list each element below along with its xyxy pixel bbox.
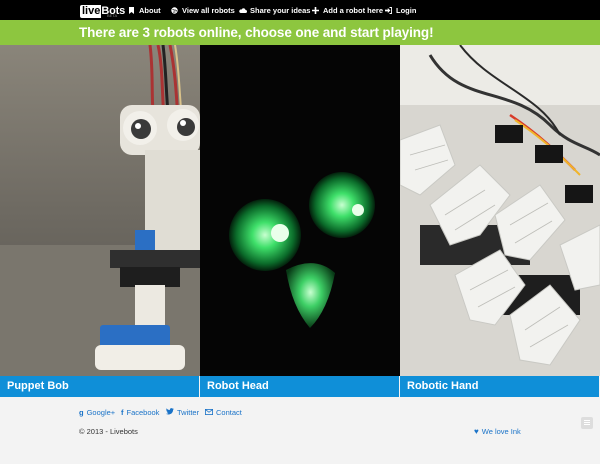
twitter-label: Twitter [177, 407, 200, 417]
facebook-link[interactable]: f Facebook [121, 406, 159, 418]
nav-about-label: About [139, 5, 161, 15]
robot-name-robotic-hand: Robotic Hand [400, 376, 599, 397]
nav-login-label: Login [396, 5, 417, 15]
envelope-icon [205, 408, 213, 417]
google-plus-icon: g [79, 407, 84, 417]
footer: g Google+ f Facebook Twitter Contact © 2… [0, 397, 600, 464]
logo-beta-text: BETA [107, 13, 118, 18]
robot-card-puppet-bob[interactable]: Puppet Bob [0, 45, 200, 397]
robot-card-robotic-hand[interactable]: Robotic Hand [400, 45, 600, 397]
banner-text: There are 3 robots online, choose one an… [79, 25, 434, 40]
heart-icon: ♥ [474, 427, 479, 436]
google-plus-link[interactable]: g Google+ [79, 406, 115, 418]
nav-share-ideas[interactable]: Share your ideas [239, 0, 310, 20]
robot-gallery: Puppet Bob Robot Head Robotic Hand [0, 45, 600, 397]
facebook-label: Facebook [126, 407, 160, 417]
cloud-icon [239, 7, 247, 14]
nav-view-all-robots[interactable]: View all robots [171, 0, 235, 20]
menu-toggle-button[interactable] [581, 417, 593, 429]
twitter-icon [166, 407, 174, 417]
we-love-ink-link[interactable]: ♥ We love Ink [474, 427, 521, 436]
top-navbar: live Bots BETA About View all robots Sha… [0, 0, 600, 20]
contact-link[interactable]: Contact [205, 406, 242, 418]
robot-photo-robotic-hand [400, 45, 600, 376]
robot-name-robot-head: Robot Head [200, 376, 399, 397]
livebots-logo[interactable]: live Bots BETA [80, 2, 125, 18]
copyright-text: © 2013 - Livebots [79, 427, 138, 436]
robot-card-robot-head[interactable]: Robot Head [200, 45, 400, 397]
nav-about[interactable]: About [128, 0, 161, 20]
twitter-link[interactable]: Twitter [166, 406, 199, 418]
nav-share-ideas-label: Share your ideas [250, 5, 311, 15]
robot-photo-puppet-bob [0, 45, 200, 376]
nav-view-all-robots-label: View all robots [182, 5, 235, 15]
nav-add-robot[interactable]: Add a robot here [312, 0, 383, 20]
robots-online-banner: There are 3 robots online, choose one an… [0, 20, 600, 45]
robot-name-puppet-bob: Puppet Bob [0, 376, 199, 397]
we-love-ink-label: We love Ink [481, 427, 521, 436]
nav-add-robot-label: Add a robot here [323, 5, 384, 15]
facebook-icon: f [121, 407, 124, 417]
bookmark-icon [128, 6, 135, 14]
contact-label: Contact [216, 407, 242, 417]
globe-icon [171, 6, 178, 14]
google-plus-label: Google+ [86, 407, 116, 417]
nav-login[interactable]: Login [385, 0, 416, 20]
robot-photo-robot-head [200, 45, 400, 376]
plus-icon [312, 6, 319, 14]
logo-live-text: live [80, 5, 102, 18]
login-icon [385, 6, 392, 14]
